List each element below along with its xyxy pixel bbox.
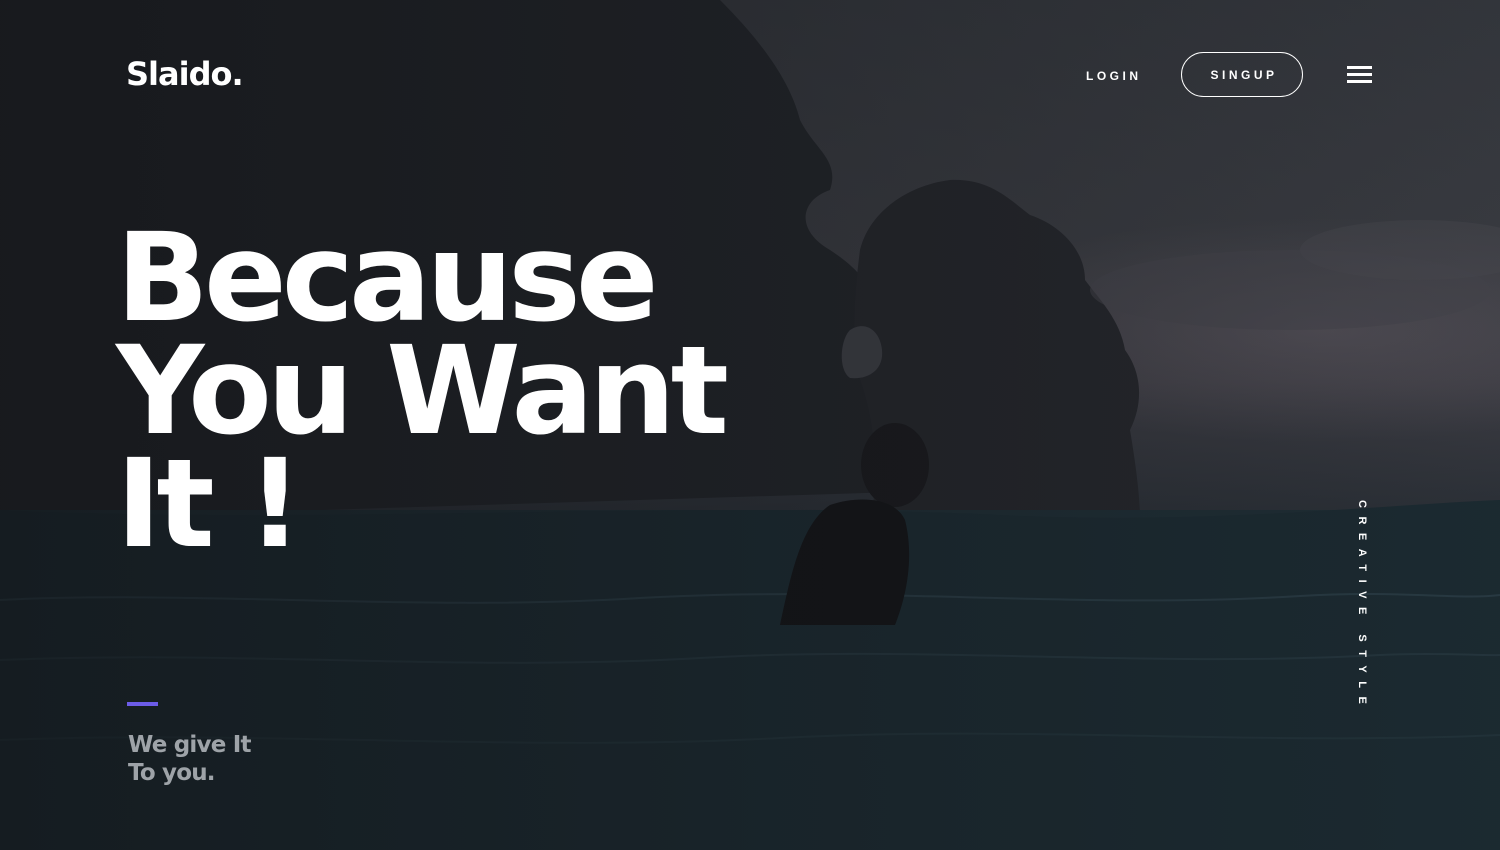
menu-bar xyxy=(1347,73,1372,76)
hero-headline: Because You Want It ! xyxy=(116,207,729,575)
menu-bar xyxy=(1347,66,1372,69)
hamburger-menu-icon[interactable] xyxy=(1347,64,1373,86)
brand-logo[interactable]: Slaido. xyxy=(126,54,244,94)
tagline-line: We give It xyxy=(128,732,251,758)
hero-tagline: We give It To you. xyxy=(128,731,251,787)
tagline-line: To you. xyxy=(128,760,216,786)
accent-divider xyxy=(127,702,158,706)
hero-section: Slaido. LOGIN SINGUP Because You Want It… xyxy=(0,0,1500,850)
menu-bar xyxy=(1347,80,1372,83)
headline-line: Because xyxy=(116,207,659,349)
login-link[interactable]: LOGIN xyxy=(1086,66,1142,86)
side-label: CREATIVE STYLE xyxy=(1356,500,1368,713)
headline-line: It ! xyxy=(116,433,303,575)
headline-line: You Want xyxy=(116,320,729,462)
signup-button[interactable]: SINGUP xyxy=(1181,52,1303,97)
